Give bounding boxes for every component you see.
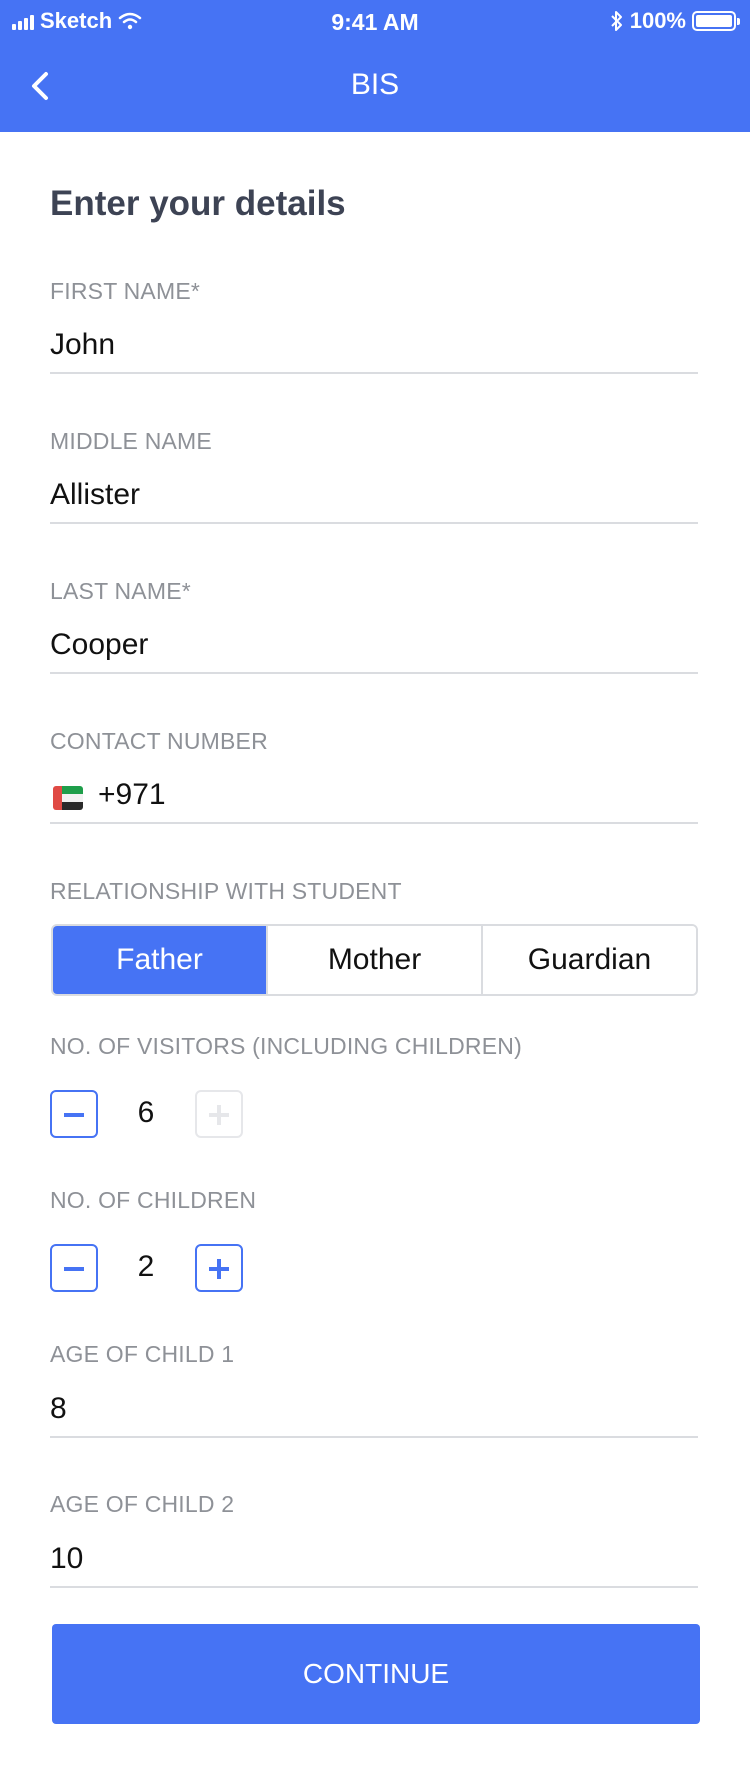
middle-name-value: Allister — [50, 478, 141, 511]
relationship-label: RELATIONSHIP WITH STUDENT — [50, 878, 402, 904]
page-header-title: BIS — [350, 68, 400, 101]
minus-icon — [64, 1113, 84, 1117]
children-count: 2 — [137, 1250, 155, 1283]
age-child-1-field: AGE OF CHILD 1 — [50, 1341, 698, 1368]
visitors-field: NO. OF VISITORS (INCLUDING CHILDREN) — [50, 1033, 698, 1060]
children-label: NO. OF CHILDREN — [50, 1187, 257, 1213]
visitors-label: NO. OF VISITORS (INCLUDING CHILDREN) — [50, 1033, 522, 1059]
middle-name-field: MIDDLE NAME — [50, 428, 698, 455]
age-child-2-value: 10 — [50, 1542, 84, 1575]
first-name-input[interactable]: John — [50, 324, 698, 374]
battery-label: 100% — [629, 8, 686, 33]
continue-button[interactable]: CONTINUE — [52, 1624, 700, 1724]
visitors-stepper: 6 — [50, 1090, 250, 1138]
bluetooth-icon — [611, 11, 622, 31]
navigation-bar: BIS — [0, 44, 750, 132]
middle-name-label: MIDDLE NAME — [50, 428, 212, 454]
relationship-option-father[interactable]: Father — [53, 926, 266, 994]
age-child-2-field: AGE OF CHILD 2 — [50, 1491, 698, 1518]
status-right: 100% — [610, 8, 740, 34]
relationship-segmented-control: Father Mother Guardian — [51, 924, 698, 996]
age-child-1-input[interactable]: 8 — [50, 1388, 698, 1438]
age-child-2-label: AGE OF CHILD 2 — [50, 1491, 235, 1517]
visitors-increment-button[interactable] — [195, 1090, 243, 1138]
status-bar: Sketch 9:41 AM 100% — [0, 0, 750, 44]
children-stepper: 2 — [50, 1244, 250, 1292]
uae-flag-icon[interactable] — [53, 786, 83, 810]
relationship-field: RELATIONSHIP WITH STUDENT — [50, 878, 698, 905]
children-field: NO. OF CHILDREN — [50, 1187, 698, 1214]
children-decrement-button[interactable] — [50, 1244, 98, 1292]
age-child-1-label: AGE OF CHILD 1 — [50, 1341, 235, 1367]
visitors-decrement-button[interactable] — [50, 1090, 98, 1138]
last-name-label: LAST NAME* — [50, 578, 191, 604]
first-name-label: FIRST NAME* — [50, 278, 201, 304]
age-child-1-value: 8 — [50, 1392, 67, 1425]
contact-number-label: CONTACT NUMBER — [50, 728, 268, 754]
middle-name-input[interactable]: Allister — [50, 474, 698, 524]
battery-icon — [692, 11, 740, 31]
last-name-input[interactable]: Cooper — [50, 624, 698, 674]
contact-number-field: CONTACT NUMBER — [50, 728, 698, 755]
last-name-field: LAST NAME* — [50, 578, 698, 605]
children-increment-button[interactable] — [195, 1244, 243, 1292]
first-name-field: FIRST NAME* — [50, 278, 698, 305]
minus-icon — [64, 1267, 84, 1271]
last-name-value: Cooper — [50, 628, 149, 661]
relationship-option-guardian[interactable]: Guardian — [481, 926, 696, 994]
age-child-2-input[interactable]: 10 — [50, 1538, 698, 1588]
visitors-count: 6 — [137, 1096, 155, 1129]
contact-number-input[interactable]: +971 — [50, 774, 698, 824]
page-title: Enter your details — [50, 184, 346, 223]
first-name-value: John — [50, 328, 116, 361]
relationship-option-mother[interactable]: Mother — [266, 926, 481, 994]
contact-number-value: +971 — [98, 778, 166, 811]
